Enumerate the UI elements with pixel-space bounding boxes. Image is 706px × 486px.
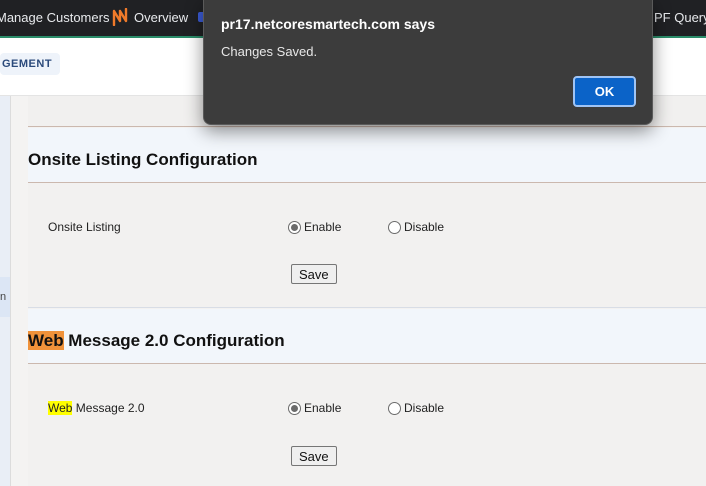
- settings-content: Onsite Listing Configuration Onsite List…: [28, 96, 706, 486]
- enable-label: Enable: [304, 220, 342, 234]
- web-message-title-rest: Message 2.0 Configuration: [63, 331, 285, 350]
- onsite-listing-enable-radio[interactable]: Enable: [288, 220, 341, 234]
- tab-pf-query[interactable]: PF Query T: [654, 10, 706, 25]
- web-message-label: Web Message 2.0: [48, 401, 145, 415]
- alert-dialog: pr17.netcoresmartech.com says Changes Sa…: [203, 0, 653, 125]
- management-menu-pill[interactable]: GEMENT: [0, 53, 61, 75]
- onsite-listing-title: Onsite Listing Configuration: [28, 150, 258, 169]
- radio-selected-icon: [288, 401, 301, 415]
- web-message-title: Web Message 2.0 Configuration: [28, 331, 285, 351]
- web-label-highlight: Web: [48, 401, 73, 415]
- left-nav-active-item[interactable]: n: [0, 277, 10, 317]
- web-message-disable-radio[interactable]: Disable: [388, 401, 444, 415]
- tab-manage-customers[interactable]: Manage Customers: [0, 10, 109, 25]
- tab-label: PF Query T: [654, 10, 706, 25]
- radio-unselected-icon: [388, 220, 401, 234]
- onsite-listing-section-body: Onsite Listing Enable Disable Save: [28, 183, 706, 308]
- tab-label: Manage Customers: [0, 10, 110, 25]
- netcore-logo-icon: [112, 8, 128, 26]
- dialog-message: Changes Saved.: [221, 44, 318, 59]
- web-message-label-rest: Message 2.0: [72, 401, 145, 415]
- radio-selected-icon: [288, 220, 301, 234]
- dialog-ok-button[interactable]: OK: [573, 76, 636, 107]
- onsite-listing-disable-radio[interactable]: Disable: [388, 220, 444, 234]
- onsite-listing-section-header: Onsite Listing Configuration: [28, 128, 706, 183]
- dialog-title: pr17.netcoresmartech.com says: [221, 16, 435, 32]
- web-message-section-header: Web Message 2.0 Configuration: [28, 309, 706, 364]
- onsite-listing-label: Onsite Listing: [48, 220, 121, 234]
- enable-label: Enable: [304, 401, 342, 415]
- disable-label: Disable: [404, 220, 445, 234]
- web-message-save-button[interactable]: Save: [291, 446, 337, 466]
- radio-unselected-icon: [388, 401, 401, 415]
- disable-label: Disable: [404, 401, 445, 415]
- onsite-listing-save-button[interactable]: Save: [291, 264, 337, 284]
- left-nav-item-label: n: [0, 291, 7, 303]
- web-message-enable-radio[interactable]: Enable: [288, 401, 341, 415]
- tab-label: Overview: [134, 9, 189, 25]
- web-message-section-body: Web Message 2.0 Enable Disable Save: [28, 364, 706, 486]
- web-search-highlight: Web: [28, 331, 64, 350]
- tab-overview[interactable]: Overview: [112, 8, 188, 26]
- content-gutter: [10, 96, 28, 486]
